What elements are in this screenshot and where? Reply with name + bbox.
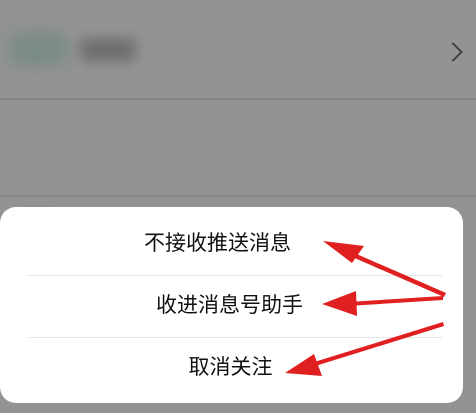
- option-label: 不接收推送消息: [144, 231, 291, 255]
- option-label: 收进消息号助手: [156, 293, 303, 317]
- unfollow-option[interactable]: 取消关注: [0, 335, 463, 397]
- move-to-message-assistant-option[interactable]: 收进消息号助手: [0, 273, 463, 335]
- stop-push-notifications-option[interactable]: 不接收推送消息: [0, 211, 463, 273]
- app-screen: 不接收推送消息 收进消息号助手 取消关注: [0, 0, 476, 413]
- option-label: 取消关注: [188, 355, 273, 379]
- action-sheet: 不接收推送消息 收进消息号助手 取消关注: [0, 207, 463, 403]
